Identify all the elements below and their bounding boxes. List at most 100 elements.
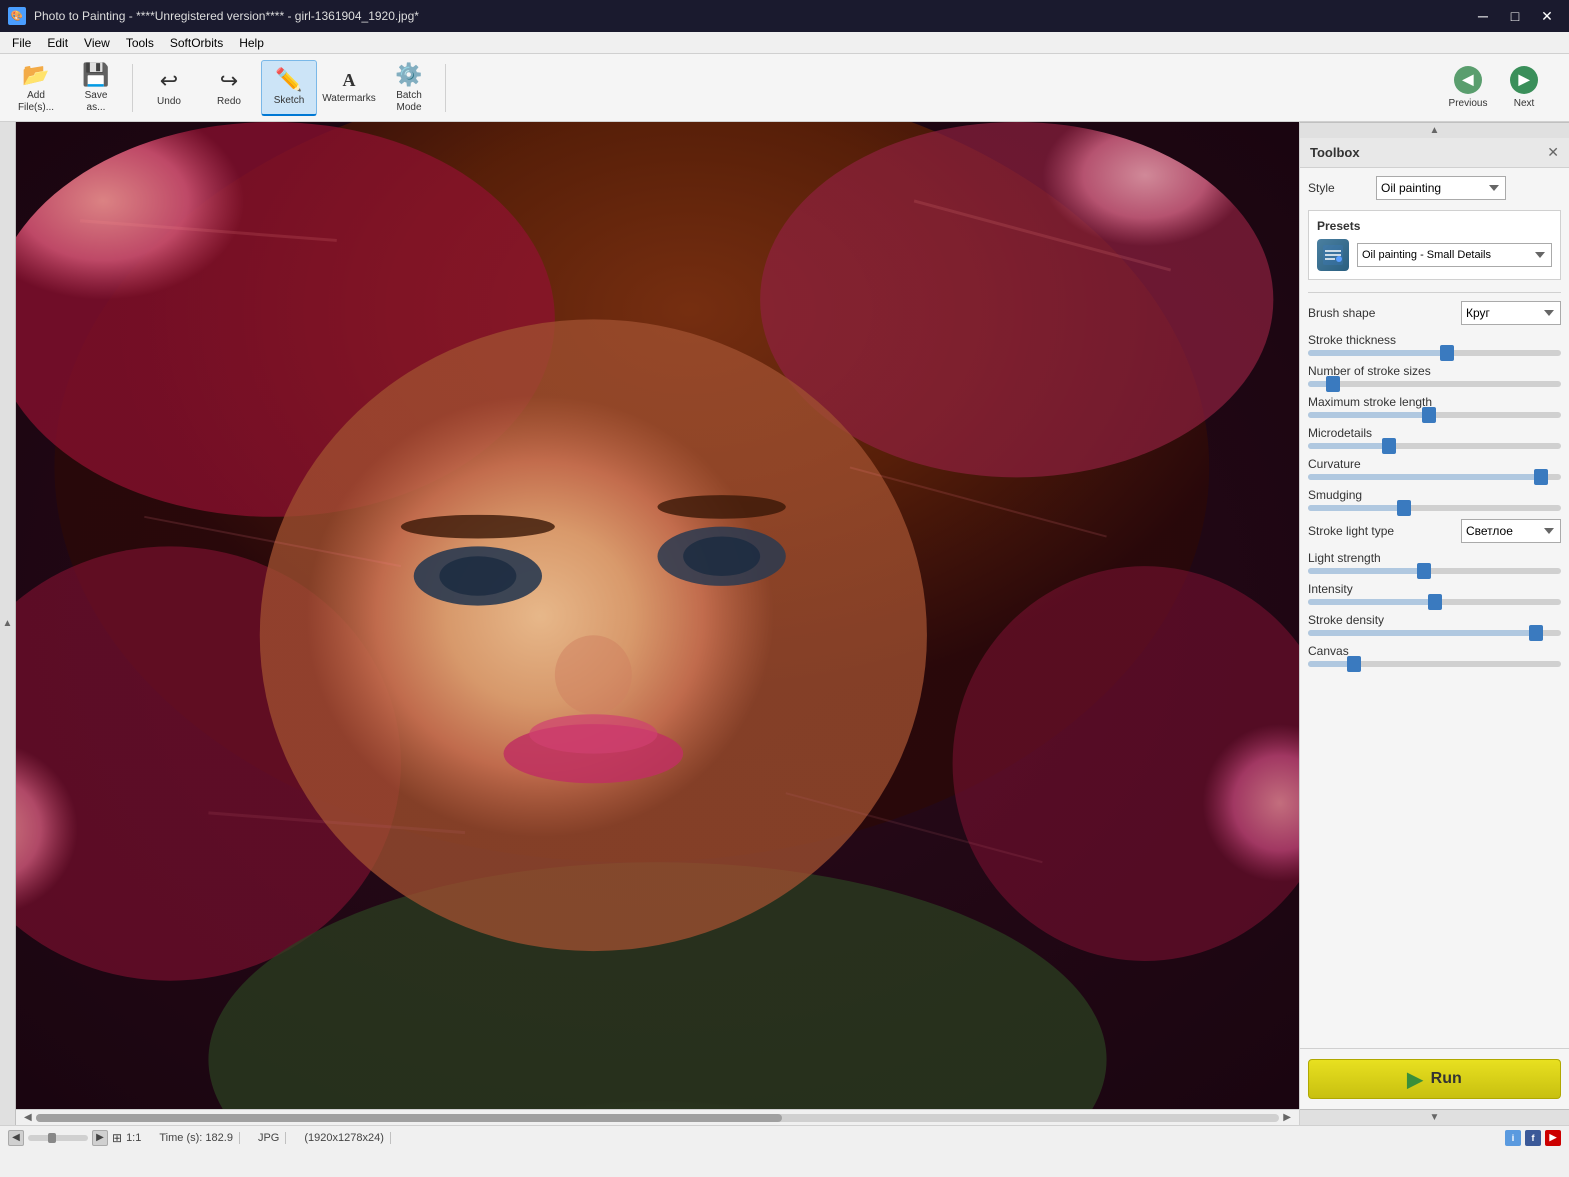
redo-button[interactable]: ↪ Redo [201,60,257,116]
add-file-button[interactable]: 📂 AddFile(s)... [8,60,64,116]
stroke-thickness-row: Stroke thickness [1308,333,1561,356]
style-select[interactable]: Oil painting Watercolor Pencil Sketch Ch… [1376,176,1506,200]
intensity-slider[interactable] [1308,599,1561,605]
menu-view[interactable]: View [76,34,118,52]
next-label: Next [1514,98,1535,110]
info-icon[interactable]: i [1505,1130,1521,1146]
num-stroke-sizes-slider[interactable] [1308,381,1561,387]
toolbar-separator-2 [445,64,446,112]
main-area: ▲ [0,122,1569,1125]
zoom-icon-1to1[interactable]: 1:1 [126,1132,141,1144]
menubar: File Edit View Tools SoftOrbits Help [0,32,1569,54]
light-strength-thumb[interactable] [1417,563,1431,579]
zoom-thumb[interactable] [48,1133,56,1143]
stroke-light-type-select[interactable]: Светлое Тёмное Нет [1461,519,1561,543]
watermarks-label: Watermarks [322,93,376,105]
watermarks-button[interactable]: A Watermarks [321,60,377,116]
stroke-density-slider[interactable] [1308,630,1561,636]
run-section: ▶ Run [1300,1048,1569,1109]
facebook-icon[interactable]: f [1525,1130,1541,1146]
menu-edit[interactable]: Edit [39,34,76,52]
microdetails-thumb[interactable] [1382,438,1396,454]
brush-shape-select[interactable]: Круг Квадрат Эллипс [1461,301,1561,325]
horizontal-scrollbar[interactable]: ◀ ▶ [16,1109,1299,1125]
zoom-controls: ◀ ▶ ⊞ 1:1 [8,1130,141,1146]
divider-1 [1308,292,1561,293]
stroke-thickness-slider[interactable] [1308,350,1561,356]
style-row: Style Oil painting Watercolor Pencil Ske… [1308,176,1561,200]
scroll-thumb[interactable] [36,1114,782,1122]
microdetails-row: Microdetails [1308,426,1561,449]
sketch-label: Sketch [274,95,305,107]
toolbox-scroll-down[interactable]: ▼ [1300,1109,1569,1125]
canvas-area[interactable] [16,122,1299,1109]
scroll-right-arrow[interactable]: ▶ [1279,1112,1295,1123]
scroll-track[interactable] [36,1114,1280,1122]
num-stroke-sizes-thumb[interactable] [1326,376,1340,392]
stroke-light-type-label: Stroke light type [1308,524,1453,538]
curvature-thumb[interactable] [1534,469,1548,485]
scroll-left-arrow[interactable]: ◀ [20,1112,36,1123]
batch-mode-button[interactable]: ⚙️ BatchMode [381,60,437,116]
format-display: JPG [252,1132,286,1144]
next-icon: ▶ [1510,66,1538,94]
batch-mode-icon: ⚙️ [395,62,422,88]
microdetails-slider[interactable] [1308,443,1561,449]
smudging-slider[interactable] [1308,505,1561,511]
previous-label: Previous [1449,98,1488,110]
smudging-thumb[interactable] [1397,500,1411,516]
youtube-icon[interactable]: ▶ [1545,1130,1561,1146]
minimize-button[interactable]: ─ [1469,5,1497,27]
max-stroke-length-thumb[interactable] [1422,407,1436,423]
undo-button[interactable]: ↩ Undo [141,60,197,116]
stroke-density-label: Stroke density [1308,613,1561,627]
presets-icon [1317,239,1349,271]
menu-softorbits[interactable]: SoftOrbits [162,34,231,52]
presets-select[interactable]: Oil painting - Small Details Oil paintin… [1357,243,1552,267]
save-as-label: Saveas... [85,90,108,114]
maximize-button[interactable]: □ [1501,5,1529,27]
stroke-density-thumb[interactable] [1529,625,1543,641]
intensity-thumb[interactable] [1428,594,1442,610]
social-icons: i f ▶ [1505,1130,1561,1146]
run-icon: ▶ [1407,1067,1422,1092]
sketch-icon: ✏️ [275,67,302,93]
zoom-in-button[interactable]: ▶ [92,1130,108,1146]
menu-file[interactable]: File [4,34,39,52]
sketch-button[interactable]: ✏️ Sketch [261,60,317,116]
panel-collapse-button[interactable]: ▲ [0,122,16,1125]
redo-icon: ↪ [220,68,238,94]
dimensions-parens-close: ) [380,1132,384,1144]
zoom-out-button[interactable]: ◀ [8,1130,24,1146]
zoom-icon-fit[interactable]: ⊞ [112,1131,122,1145]
max-stroke-length-row: Maximum stroke length [1308,395,1561,418]
toolbox-scroll-up[interactable]: ▲ [1300,122,1569,138]
undo-label: Undo [157,96,181,108]
toolbox-close-button[interactable]: ✕ [1547,144,1559,161]
stroke-thickness-thumb[interactable] [1440,345,1454,361]
run-button[interactable]: ▶ Run [1308,1059,1561,1099]
menu-help[interactable]: Help [231,34,272,52]
toolbox-header: Toolbox ✕ [1300,138,1569,168]
light-strength-slider[interactable] [1308,568,1561,574]
window-title: Photo to Painting - ****Unregistered ver… [34,9,419,23]
microdetails-fill [1308,443,1389,449]
menu-tools[interactable]: Tools [118,34,162,52]
next-button[interactable]: ▶ Next [1497,60,1551,116]
close-button[interactable]: ✕ [1533,5,1561,27]
max-stroke-length-slider[interactable] [1308,412,1561,418]
previous-button[interactable]: ◀ Previous [1441,60,1495,116]
light-strength-label: Light strength [1308,551,1561,565]
light-strength-fill [1308,568,1424,574]
save-as-button[interactable]: 💾 Saveas... [68,60,124,116]
canvas-slider[interactable] [1308,661,1561,667]
stroke-thickness-fill [1308,350,1447,356]
window-controls: ─ □ ✕ [1469,5,1561,27]
zoom-slider[interactable] [28,1135,88,1141]
curvature-label: Curvature [1308,457,1561,471]
stroke-density-fill [1308,630,1536,636]
curvature-slider[interactable] [1308,474,1561,480]
smudging-row: Smudging [1308,488,1561,511]
canvas-thumb[interactable] [1347,656,1361,672]
titlebar: 🎨 Photo to Painting - ****Unregistered v… [0,0,1569,32]
